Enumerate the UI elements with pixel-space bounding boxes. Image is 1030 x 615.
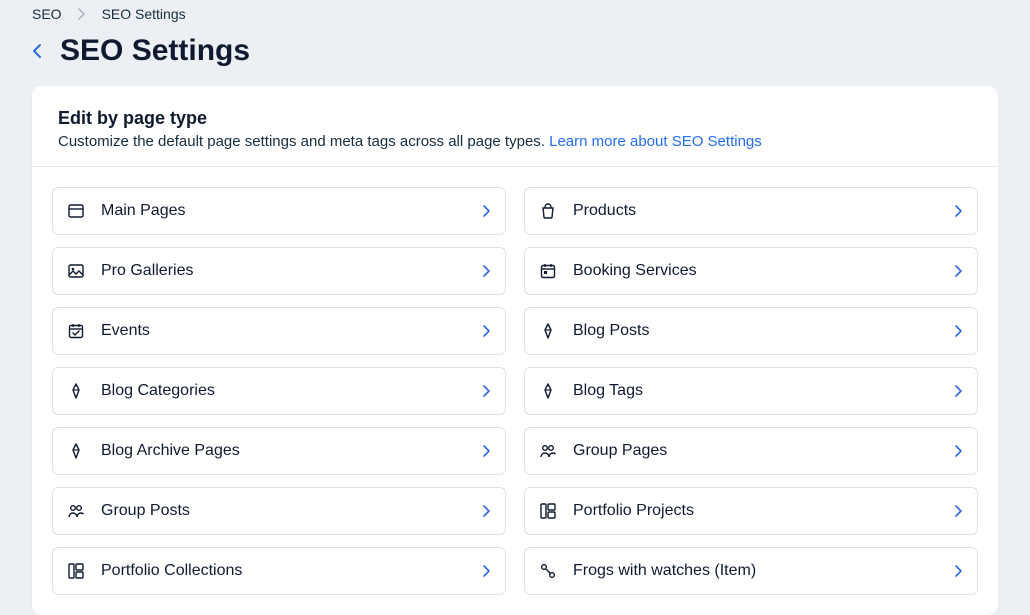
chevron-right-icon xyxy=(955,505,963,517)
row-label: Products xyxy=(573,202,939,220)
layout-icon xyxy=(67,562,85,580)
page-title-row: SEO Settings xyxy=(0,24,1030,86)
chevron-right-icon xyxy=(483,505,491,517)
card-desc-text: Customize the default page settings and … xyxy=(58,133,549,150)
breadcrumb: SEO SEO Settings xyxy=(0,0,1030,24)
image-icon xyxy=(67,262,85,280)
page-title: SEO Settings xyxy=(60,34,250,68)
chevron-right-icon xyxy=(955,205,963,217)
row-portfolio-projects[interactable]: Portfolio Projects xyxy=(524,487,978,535)
calendar-icon xyxy=(539,262,557,280)
row-label: Frogs with watches (Item) xyxy=(573,562,939,580)
pen-icon xyxy=(539,382,557,400)
connect-icon xyxy=(539,562,557,580)
chevron-right-icon xyxy=(483,325,491,337)
calendar-check-icon xyxy=(67,322,85,340)
card-description: Customize the default page settings and … xyxy=(58,133,972,150)
row-main-pages[interactable]: Main Pages xyxy=(52,187,506,235)
chevron-right-icon xyxy=(483,565,491,577)
row-blog-categories[interactable]: Blog Categories xyxy=(52,367,506,415)
group-icon xyxy=(67,502,85,520)
row-label: Portfolio Collections xyxy=(101,562,467,580)
chevron-right-icon xyxy=(78,8,86,20)
breadcrumb-seo-settings[interactable]: SEO Settings xyxy=(102,6,186,22)
row-pro-galleries[interactable]: Pro Galleries xyxy=(52,247,506,295)
chevron-right-icon xyxy=(955,445,963,457)
row-label: Pro Galleries xyxy=(101,262,467,280)
pen-icon xyxy=(67,382,85,400)
chevron-right-icon xyxy=(483,385,491,397)
row-events[interactable]: Events xyxy=(52,307,506,355)
settings-card: Edit by page type Customize the default … xyxy=(32,86,998,615)
row-label: Main Pages xyxy=(101,202,467,220)
row-frogs-item[interactable]: Frogs with watches (Item) xyxy=(524,547,978,595)
chevron-right-icon xyxy=(955,265,963,277)
back-arrow-icon[interactable] xyxy=(32,43,44,59)
row-portfolio-collections[interactable]: Portfolio Collections xyxy=(52,547,506,595)
row-label: Portfolio Projects xyxy=(573,502,939,520)
row-label: Booking Services xyxy=(573,262,939,280)
breadcrumb-seo[interactable]: SEO xyxy=(32,6,62,22)
row-label: Group Posts xyxy=(101,502,467,520)
row-label: Events xyxy=(101,322,467,340)
page-types-grid: Main Pages Products Pro Galleries xyxy=(32,167,998,595)
row-blog-archive[interactable]: Blog Archive Pages xyxy=(52,427,506,475)
row-group-posts[interactable]: Group Posts xyxy=(52,487,506,535)
page-icon xyxy=(67,202,85,220)
chevron-right-icon xyxy=(955,565,963,577)
row-label: Blog Posts xyxy=(573,322,939,340)
pen-icon xyxy=(67,442,85,460)
chevron-right-icon xyxy=(483,265,491,277)
row-booking-services[interactable]: Booking Services xyxy=(524,247,978,295)
row-blog-tags[interactable]: Blog Tags xyxy=(524,367,978,415)
bag-icon xyxy=(539,202,557,220)
row-label: Blog Tags xyxy=(573,382,939,400)
row-label: Group Pages xyxy=(573,442,939,460)
row-group-pages[interactable]: Group Pages xyxy=(524,427,978,475)
card-title: Edit by page type xyxy=(58,108,972,129)
row-label: Blog Archive Pages xyxy=(101,442,467,460)
chevron-right-icon xyxy=(483,445,491,457)
chevron-right-icon xyxy=(955,325,963,337)
row-blog-posts[interactable]: Blog Posts xyxy=(524,307,978,355)
layout-icon xyxy=(539,502,557,520)
learn-more-link[interactable]: Learn more about SEO Settings xyxy=(549,133,762,150)
pen-icon xyxy=(539,322,557,340)
group-icon xyxy=(539,442,557,460)
row-label: Blog Categories xyxy=(101,382,467,400)
card-header: Edit by page type Customize the default … xyxy=(32,86,998,166)
row-products[interactable]: Products xyxy=(524,187,978,235)
chevron-right-icon xyxy=(955,385,963,397)
chevron-right-icon xyxy=(483,205,491,217)
